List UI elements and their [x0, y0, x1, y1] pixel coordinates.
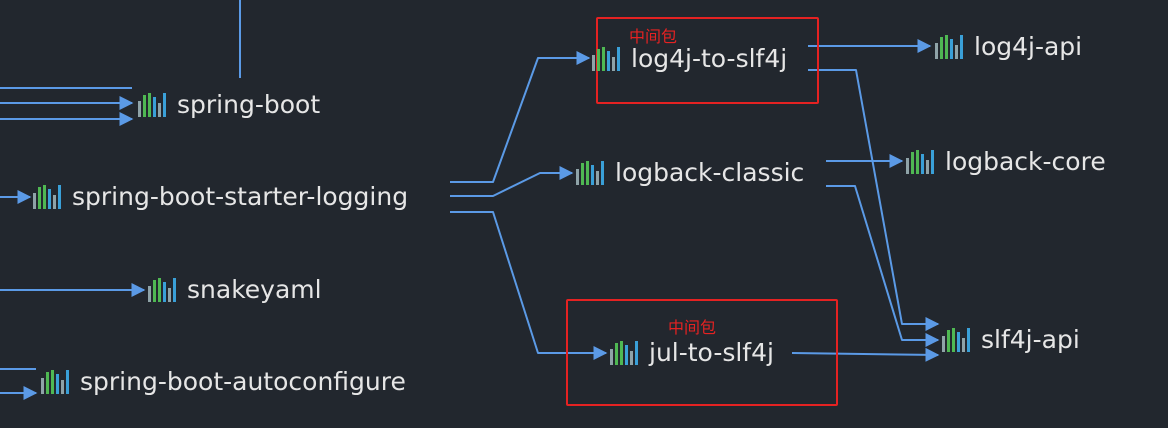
edge-starter-logging-to-log4j-to-slf4j [450, 51, 591, 183]
edge-starter-logging-to-logback-classic [450, 166, 574, 197]
maven-artifact-icon [592, 47, 622, 71]
node-log4j-api[interactable]: log4j-api [935, 30, 1082, 64]
node-label: slf4j-api [981, 325, 1080, 354]
node-label: logback-core [945, 147, 1106, 176]
maven-artifact-icon [935, 35, 965, 59]
maven-artifact-icon [906, 150, 936, 174]
maven-artifact-icon [576, 161, 606, 185]
maven-artifact-icon [138, 93, 168, 117]
node-slf4j-api[interactable]: slf4j-api [942, 323, 1080, 357]
node-jul-to-slf4j[interactable]: jul-to-slf4j [610, 336, 774, 370]
node-logback-classic[interactable]: logback-classic [576, 156, 804, 190]
node-label: logback-classic [615, 158, 805, 187]
edge-log4j-to-slf4j-to-slf4j-api [808, 69, 940, 331]
node-label: spring-boot-starter-logging [72, 182, 409, 211]
node-label: log4j-to-slf4j [631, 44, 788, 73]
dependency-graph: 中间包 中间包 spring-boot spring-boot-starter-… [0, 0, 1168, 428]
maven-artifact-icon [610, 341, 640, 365]
node-label: spring-boot-autoconfigure [80, 367, 406, 396]
node-label: log4j-api [974, 32, 1083, 61]
maven-artifact-icon [942, 328, 972, 352]
maven-artifact-icon [41, 370, 71, 394]
node-log4j-to-slf4j[interactable]: log4j-to-slf4j [592, 42, 787, 76]
node-label: spring-boot [177, 90, 321, 119]
node-label: snakeyaml [187, 275, 322, 304]
node-spring-boot-starter-logging[interactable]: spring-boot-starter-logging [33, 180, 408, 214]
maven-artifact-icon [33, 185, 63, 209]
node-spring-boot-autoconfigure[interactable]: spring-boot-autoconfigure [41, 365, 406, 399]
node-label: jul-to-slf4j [649, 338, 774, 367]
node-spring-boot[interactable]: spring-boot [138, 88, 320, 122]
node-logback-core[interactable]: logback-core [906, 145, 1106, 179]
maven-artifact-icon [148, 278, 178, 302]
annotation-jul-to-slf4j: 中间包 [668, 318, 717, 337]
node-snakeyaml[interactable]: snakeyaml [148, 273, 322, 307]
